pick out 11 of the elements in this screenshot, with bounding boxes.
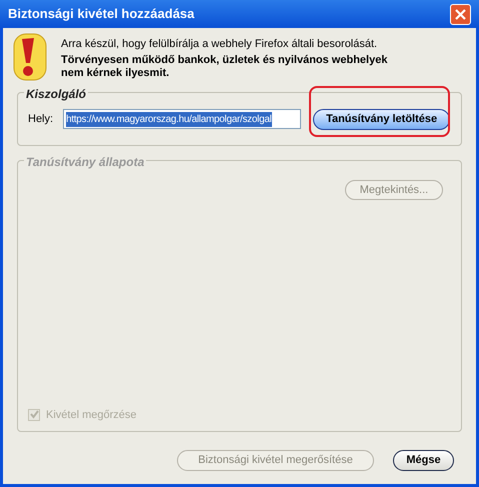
warning-message: Arra készül, hogy felülbírálja a webhely Firefox általi besorolását. — [61, 38, 378, 51]
close-icon — [455, 8, 466, 20]
window-title: Biztonsági kivétel hozzáadása — [8, 5, 194, 24]
url-field[interactable]: https://www.magyarorszag.hu/allampolgar/szolgal — [63, 109, 302, 129]
close-button[interactable] — [450, 4, 471, 24]
warning-emphasis: Törvényesen működő bankok, üzletek és nyilvános webhelyek nem kérnek ilyesmit. — [61, 54, 388, 80]
download-certificate-button[interactable]: Tanúsítvány letöltése — [313, 108, 450, 130]
cancel-button[interactable]: Mégse — [393, 450, 454, 471]
location-label: Hely: — [28, 112, 54, 127]
check-icon — [30, 410, 38, 420]
warning-icon — [13, 33, 47, 81]
